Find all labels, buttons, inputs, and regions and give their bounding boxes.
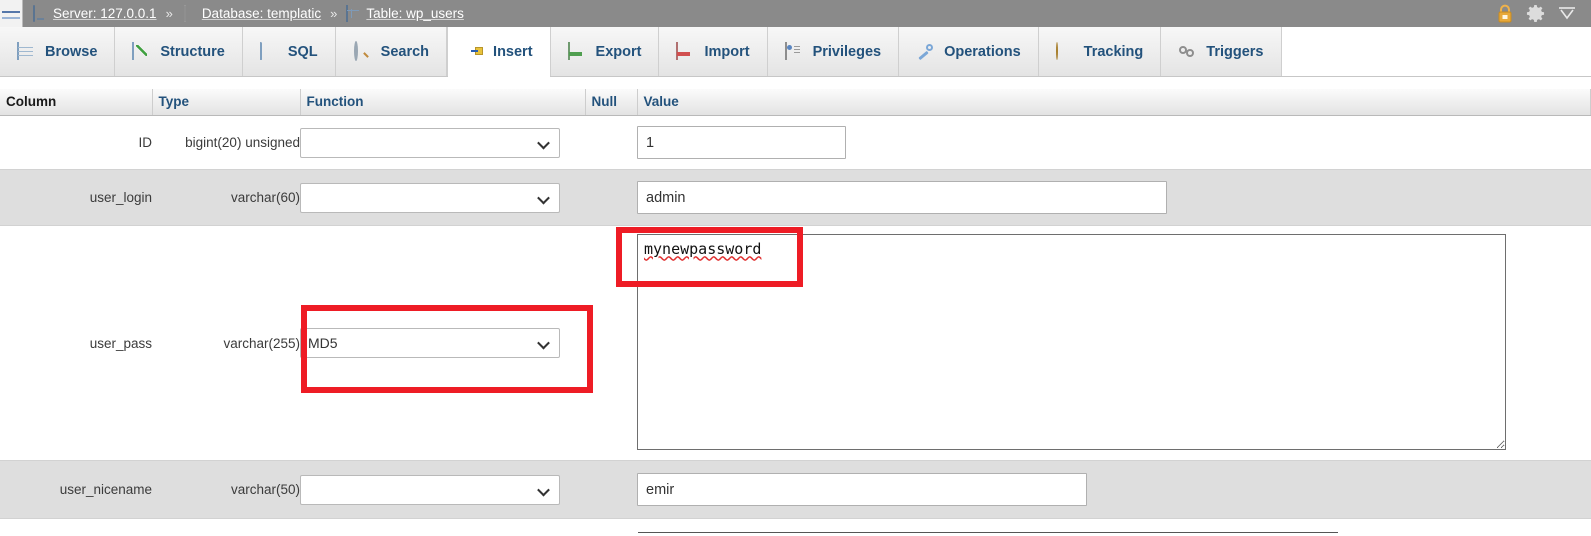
tab-browse[interactable]: Browse (0, 27, 116, 76)
import-icon (676, 42, 695, 60)
database-icon (182, 5, 198, 22)
function-select-user-pass[interactable]: MD5 (300, 328, 560, 358)
tab-tracking[interactable]: Tracking (1038, 27, 1162, 76)
table-row: ID bigint(20) unsigned (0, 115, 1591, 170)
function-select-id[interactable] (300, 127, 560, 158)
value-input-user-nicename[interactable] (637, 473, 1087, 506)
row-column-name: user_nicename (0, 460, 152, 519)
row-function-cell (300, 115, 585, 170)
value-input-user-login[interactable] (637, 181, 1167, 214)
breadcrumb-table-label: Table: wp_users (366, 6, 464, 21)
tab-export[interactable]: Export (550, 27, 660, 76)
topbar-actions (1496, 4, 1591, 23)
breadcrumb-database[interactable]: Database: templatic (182, 5, 322, 22)
structure-icon (132, 42, 151, 60)
tab-sql[interactable]: SQL (242, 27, 336, 76)
collapse-icon[interactable] (1557, 5, 1577, 23)
tab-privileges[interactable]: Privileges (767, 27, 900, 76)
tab-bar-filler (1281, 27, 1591, 76)
function-select-user-login[interactable] (300, 182, 560, 213)
search-icon (353, 41, 372, 61)
header-type[interactable]: Type (152, 89, 301, 116)
insert-icon (465, 43, 484, 60)
row-null-cell (585, 115, 637, 170)
row-column-name: user_pass (0, 225, 152, 461)
row-null-cell (585, 225, 637, 461)
row-value-cell (637, 115, 1591, 170)
tab-operations-label: Operations (944, 43, 1021, 60)
breadcrumb-bar: Server: 127.0.0.1 » Database: templatic … (0, 0, 1591, 27)
breadcrumb-server-label: Server: 127.0.0.1 (53, 6, 157, 21)
tab-search-label: Search (380, 43, 430, 60)
row-value-cell (637, 460, 1591, 519)
tab-structure-label: Structure (160, 43, 225, 60)
breadcrumb-separator-2: » (330, 6, 338, 21)
row-function-cell (300, 460, 585, 519)
insert-form-table: Column Type Function Null Value ID bigin… (0, 89, 1591, 519)
tab-browse-label: Browse (45, 43, 98, 60)
privileges-icon (784, 42, 804, 60)
next-row-input-edge (638, 532, 1338, 533)
row-value-cell (637, 169, 1591, 226)
lock-icon[interactable] (1496, 4, 1514, 23)
row-column-name: ID (0, 115, 152, 170)
tab-triggers[interactable]: Triggers (1161, 27, 1282, 76)
row-null-cell (585, 169, 637, 226)
row-function-cell (300, 169, 585, 226)
server-icon (33, 5, 49, 22)
tab-import-label: Import (704, 43, 750, 60)
browse-icon (17, 42, 36, 60)
function-select-user-nicename[interactable] (300, 474, 560, 505)
breadcrumb-separator-1: » (165, 6, 173, 21)
tab-tracking-label: Tracking (1083, 43, 1144, 60)
tab-insert-label: Insert (493, 43, 533, 60)
tab-structure[interactable]: Structure (115, 27, 243, 76)
breadcrumb-server[interactable]: Server: 127.0.0.1 (33, 5, 157, 22)
tab-insert[interactable]: Insert (447, 27, 551, 77)
row-column-type: bigint(20) unsigned (152, 115, 300, 170)
tab-import[interactable]: Import (659, 27, 768, 76)
row-column-type: varchar(60) (152, 169, 300, 226)
row-column-name: user_login (0, 169, 152, 226)
export-icon (567, 42, 587, 60)
tab-operations[interactable]: Operations (899, 27, 1039, 76)
nav-line-1 (2, 11, 20, 13)
breadcrumb: Server: 127.0.0.1 » Database: templatic … (23, 0, 1496, 27)
header-value[interactable]: Value (637, 89, 1591, 116)
tab-privileges-label: Privileges (812, 43, 882, 60)
sql-icon (259, 42, 279, 60)
breadcrumb-database-label: Database: templatic (201, 6, 322, 21)
breadcrumb-table[interactable]: Table: wp_users (346, 5, 464, 22)
operations-icon (916, 43, 935, 60)
row-function-cell: MD5 (300, 225, 585, 461)
nav-panel-edge (0, 0, 23, 27)
table-row: user_pass varchar(255) MD5 mynewpassword (0, 225, 1591, 461)
header-null[interactable]: Null (585, 89, 638, 116)
row-value-cell: mynewpassword (637, 225, 1591, 461)
gear-icon[interactable] (1526, 4, 1545, 23)
tab-triggers-label: Triggers (1206, 43, 1264, 60)
table-header-row: Column Type Function Null Value (0, 89, 1591, 116)
value-textarea-user-pass[interactable]: mynewpassword (637, 233, 1506, 450)
row-column-type: varchar(255) (152, 225, 300, 461)
tracking-icon (1055, 42, 1075, 60)
header-column: Column (0, 89, 153, 116)
table-row: user_nicename varchar(50) (0, 460, 1591, 519)
nav-line-2 (2, 17, 20, 19)
next-row-partial (0, 522, 1591, 536)
header-function[interactable]: Function (300, 89, 586, 116)
main-tab-bar: Browse Structure SQL Search Insert Expor… (0, 27, 1591, 77)
triggers-icon (1178, 43, 1197, 60)
tab-export-label: Export (595, 43, 642, 60)
row-null-cell (585, 460, 637, 519)
row-column-type: varchar(50) (152, 460, 300, 519)
tab-search[interactable]: Search (335, 27, 448, 76)
table-row: user_login varchar(60) (0, 169, 1591, 226)
table-icon (346, 5, 362, 22)
tab-sql-label: SQL (287, 43, 318, 60)
value-input-id[interactable] (637, 126, 846, 159)
